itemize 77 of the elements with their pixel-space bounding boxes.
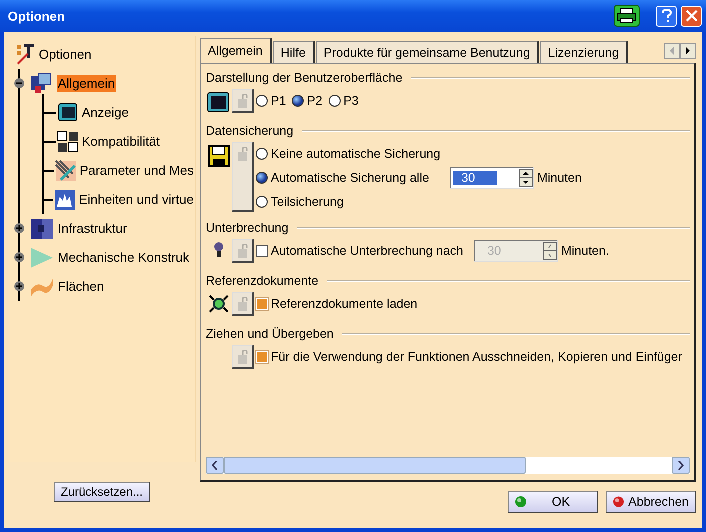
tree-item[interactable]: Infrastruktur xyxy=(57,220,128,237)
section-title: Datensicherung xyxy=(206,124,294,138)
section-title: Unterbrechung xyxy=(206,221,289,235)
dot-icon xyxy=(515,496,527,508)
padlock-icon xyxy=(236,297,248,311)
option-label: P3 xyxy=(344,94,359,108)
expand-icon[interactable] xyxy=(14,281,25,292)
padlock-icon xyxy=(236,350,248,364)
radio-button[interactable] xyxy=(256,148,268,160)
tree-item[interactable]: Anzeige xyxy=(81,104,130,121)
tree-item[interactable]: Parameter und Mes xyxy=(78,162,195,179)
option-label: Automatische Sicherung alle xyxy=(271,171,430,185)
tab[interactable]: Produkte für gemeinsame Benutzung xyxy=(316,41,540,63)
tab-scroll-right-button[interactable] xyxy=(680,43,696,59)
monitor-icon xyxy=(57,102,79,124)
help-button[interactable] xyxy=(656,6,677,26)
unit-label: Minuten xyxy=(537,171,582,185)
number-spinner[interactable]: 30 xyxy=(450,167,534,189)
light-bulb-icon xyxy=(214,242,224,258)
padlock-icon xyxy=(236,244,248,258)
option-label: Referenzdokumente laden xyxy=(271,297,418,311)
expand-icon[interactable] xyxy=(14,252,25,263)
radio-button[interactable] xyxy=(328,95,341,107)
option-label: P2 xyxy=(307,94,323,108)
right-arrow-icon xyxy=(685,47,691,55)
tree-item[interactable]: Optionen xyxy=(38,46,93,63)
tab[interactable]: Lizenzierung xyxy=(540,41,628,63)
padlock-icon xyxy=(236,147,248,161)
horizontal-scrollbar[interactable] xyxy=(206,457,690,474)
lock-button[interactable] xyxy=(232,89,254,113)
section-title: Darstellung der Benutzeroberfläche xyxy=(206,71,403,85)
close-icon xyxy=(686,10,698,22)
section-title: Referenzdokumente xyxy=(206,274,319,288)
tools-icon xyxy=(16,44,36,66)
radio-button[interactable] xyxy=(292,95,304,107)
option-label: Teilsicherung xyxy=(271,195,344,209)
tree-item[interactable]: Mechanische Konstruk xyxy=(57,249,191,266)
padlock-icon xyxy=(236,94,248,108)
option-label: Automatische Unterbrechung nach xyxy=(271,244,464,258)
ok-button[interactable]: OK xyxy=(508,491,598,513)
up-down-arrows-icon xyxy=(519,169,534,187)
up-down-arrows-icon xyxy=(543,242,558,260)
option-label: P1 xyxy=(271,94,286,108)
expand-icon[interactable] xyxy=(14,223,25,234)
tab[interactable]: Hilfe xyxy=(272,41,315,63)
lock-button[interactable] xyxy=(232,345,254,369)
monitor-icon xyxy=(207,92,231,114)
tree-item[interactable]: Einheiten und virtue xyxy=(78,191,195,208)
close-button[interactable] xyxy=(681,6,702,26)
section-title: Ziehen und Übergeben xyxy=(206,327,334,341)
option-label: Für die Verwendung der Funktionen Ausschneiden, Kopieren und Einfüger xyxy=(271,350,682,364)
printer-icon[interactable] xyxy=(614,5,640,27)
cancel-button[interactable]: Abbrechen xyxy=(606,491,696,513)
radio-button[interactable] xyxy=(256,95,268,107)
tab[interactable]: Allgemein xyxy=(200,38,272,63)
option-label: Keine automatische Sicherung xyxy=(271,147,441,161)
help-icon xyxy=(660,9,672,23)
lock-button[interactable] xyxy=(232,292,254,316)
radio-button[interactable] xyxy=(256,172,268,184)
target-icon xyxy=(209,295,229,313)
lock-button[interactable] xyxy=(232,142,254,212)
collapse-icon[interactable] xyxy=(14,78,25,89)
block-icon xyxy=(29,218,55,240)
triangle-icon xyxy=(29,246,55,268)
tree-item[interactable]: Flächen xyxy=(57,278,106,295)
tree-item[interactable]: Allgemein xyxy=(57,75,116,92)
dot-icon xyxy=(613,496,625,508)
checkbox[interactable] xyxy=(256,245,268,257)
scrollbar-thumb[interactable] xyxy=(224,457,526,474)
unit-label: Minuten. xyxy=(561,244,610,258)
lock-button[interactable] xyxy=(232,239,254,263)
left-arrow-icon xyxy=(669,47,675,55)
tree-item[interactable]: Kompatibilität xyxy=(81,133,162,150)
reset-button[interactable]: Zurücksetzen... xyxy=(54,482,150,502)
window-title: Optionen xyxy=(8,8,66,24)
radio-button[interactable] xyxy=(256,196,268,208)
grid-icon xyxy=(54,160,77,182)
